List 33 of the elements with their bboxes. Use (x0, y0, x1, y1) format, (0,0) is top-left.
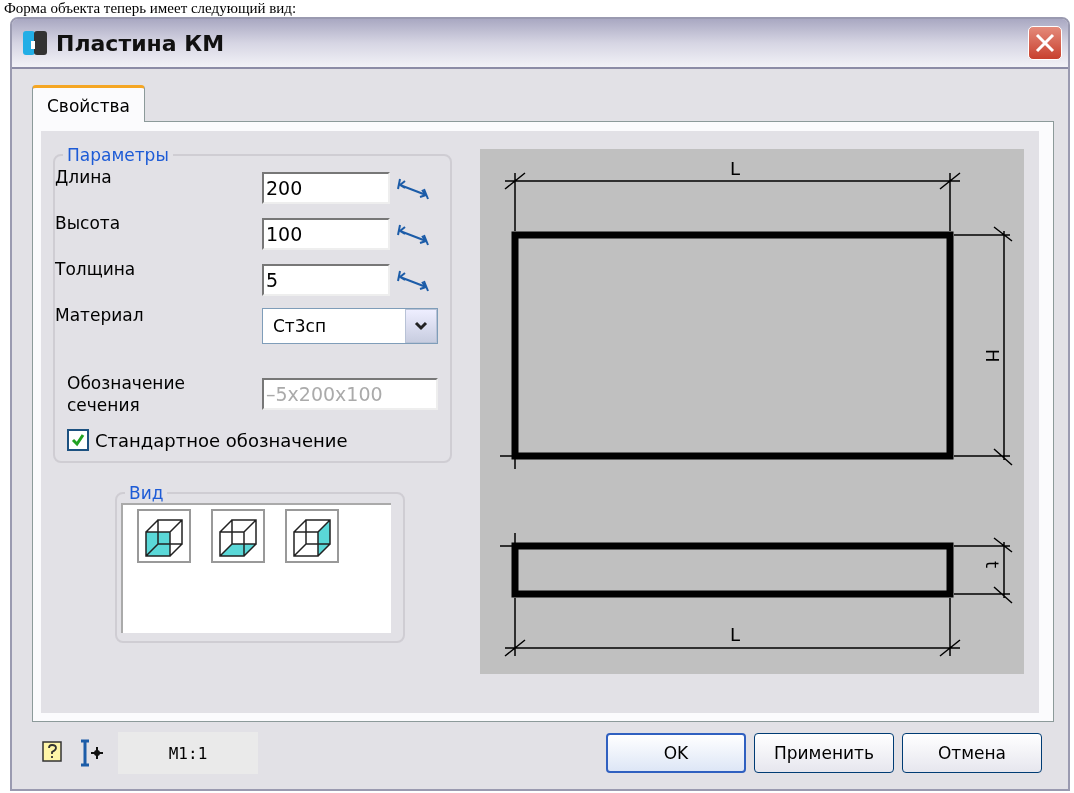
input-field[interactable]: 5 (262, 264, 390, 296)
dimension-label: L (730, 158, 741, 179)
input-field[interactable]: 200 (262, 172, 390, 204)
field-label: Высота (55, 212, 122, 233)
input-field[interactable]: 100 (262, 218, 390, 250)
dialog-button[interactable]: Отмена (902, 733, 1042, 773)
close-button[interactable] (1028, 26, 1062, 60)
window-title: Пластина КМ (56, 30, 226, 56)
standard-checkbox[interactable]: Стандартное обозначение (67, 429, 438, 451)
dimension-label: H (982, 349, 1003, 363)
scale-label: M1:1 (118, 732, 258, 774)
checkbox-label: Стандартное обозначение (95, 429, 348, 451)
dialog-button[interactable]: OK (606, 733, 746, 773)
material-dropdown[interactable]: Ст3сп (262, 308, 438, 344)
view-button[interactable] (285, 509, 339, 563)
view-button[interactable] (137, 509, 191, 563)
group-legend: Параметры (63, 145, 173, 165)
dimension-label: t (982, 561, 1003, 569)
page-text: Форма объекта теперь имеет следующий вид: (3, 0, 298, 17)
tab[interactable]: Свойства (32, 85, 146, 122)
view-button[interactable] (211, 509, 265, 563)
app-logo-icon (22, 29, 48, 57)
checkmark-icon (71, 433, 85, 447)
group-legend: Вид (125, 483, 168, 503)
close-icon[interactable] (1034, 32, 1056, 54)
field-label: Длина (55, 166, 113, 187)
field-label: Толщина (55, 258, 137, 279)
dimension-label: L (730, 624, 741, 645)
field-label: Обозначение сечения (66, 372, 186, 416)
dialog-button[interactable]: Применить (754, 733, 894, 773)
chevron-down-icon[interactable] (405, 309, 437, 343)
checkbox[interactable] (67, 429, 89, 451)
field-label: Материал (55, 304, 145, 325)
